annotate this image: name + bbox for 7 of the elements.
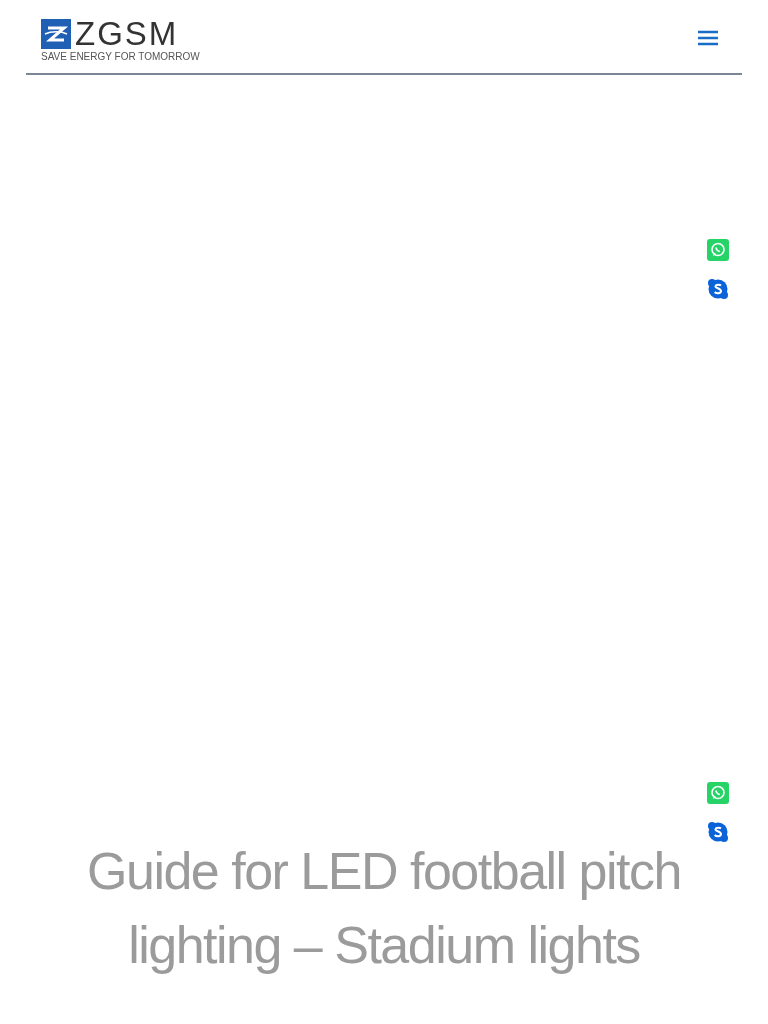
skype-icon[interactable] bbox=[707, 278, 729, 300]
skype-icon[interactable] bbox=[707, 821, 729, 843]
article-title: Guide for LED football pitch lighting – Stadium lights bbox=[86, 841, 682, 976]
logo-icon bbox=[41, 18, 71, 49]
logo-name: ZGSM bbox=[75, 17, 179, 50]
logo-tagline: SAVE ENERGY FOR TOMORROW bbox=[41, 52, 200, 62]
menu-icon[interactable] bbox=[698, 29, 718, 46]
